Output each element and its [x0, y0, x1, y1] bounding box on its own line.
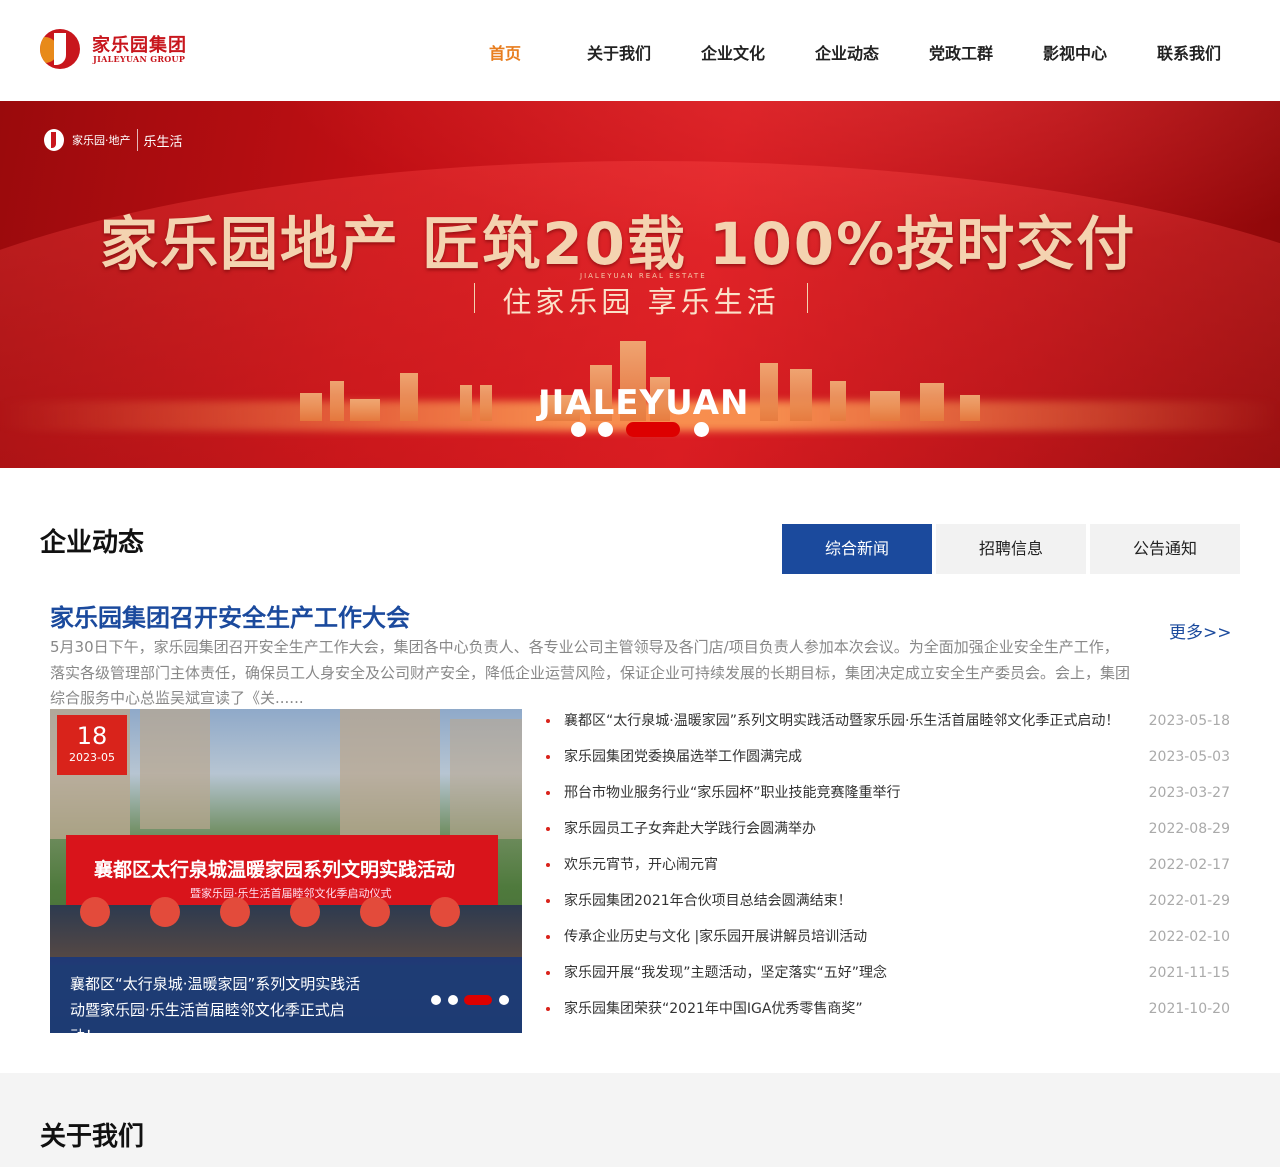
- banner-brand: JIALEYUAN: [538, 383, 750, 423]
- list-item[interactable]: 欢乐元宵节，开心闹元宵 2022-02-17: [546, 847, 1234, 883]
- photo-caption-text: 襄都区“太行泉城·温暖家园”系列文明实践活动暨家乐园·乐生活首届睦邻文化季正式启…: [70, 975, 361, 1033]
- banner-dot[interactable]: [571, 422, 586, 437]
- logo-icon: [40, 29, 80, 69]
- news-item-date: 2022-01-29: [1148, 893, 1230, 909]
- nav-home[interactable]: 首页: [450, 40, 560, 64]
- banner-dot[interactable]: [598, 422, 613, 437]
- banner-dot-active[interactable]: [626, 422, 680, 437]
- photo-building: [140, 709, 210, 829]
- date-day: 18: [76, 722, 108, 750]
- news-item-title: 家乐园集团2021年合伙项目总结会圆满结束！: [564, 893, 852, 909]
- list-item[interactable]: 邢台市物业服务行业“家乐园杯”职业技能竞赛隆重举行 2023-03-27: [546, 775, 1234, 811]
- news-item-date: 2022-02-10: [1148, 929, 1230, 945]
- photo-dot-active[interactable]: [464, 995, 492, 1005]
- news-item-title: 家乐园开展“我发现”主题活动，坚定落实“五好”理念: [564, 965, 888, 981]
- news-item-date: 2022-08-29: [1148, 821, 1230, 837]
- list-item[interactable]: 家乐园员工子女奔赴大学践行会圆满举办 2022-08-29: [546, 811, 1234, 847]
- list-item[interactable]: 襄都区“太行泉城·温暖家园”系列文明实践活动暨家乐园·乐生活首届睦邻文化季正式启…: [546, 703, 1234, 739]
- photo-flowers: [290, 897, 320, 927]
- logo-en-text: JIALEYUAN GROUP: [93, 54, 186, 64]
- news-item-title: 欢乐元宵节，开心闹元宵: [564, 857, 718, 873]
- nav-media[interactable]: 影视中心: [1020, 40, 1130, 64]
- nav-news[interactable]: 企业动态: [792, 40, 902, 64]
- photo-caption[interactable]: 襄都区“太行泉城·温暖家园”系列文明实践活动暨家乐园·乐生活首届睦邻文化季正式启…: [50, 957, 522, 1033]
- photo-flowers: [220, 897, 250, 927]
- date-month: 2023-05: [69, 751, 115, 764]
- tab-announcements[interactable]: 公告通知: [1090, 524, 1240, 574]
- news-item-title: 传承企业历史与文化 |家乐园开展讲解员培训活动: [564, 929, 868, 945]
- more-link[interactable]: 更多>>: [1169, 618, 1232, 643]
- banner-slogan: 住家乐园 享乐生活: [474, 279, 808, 319]
- tab-recruitment[interactable]: 招聘信息: [936, 524, 1086, 574]
- photo-flowers: [430, 897, 460, 927]
- list-item[interactable]: 家乐园集团党委换届选举工作圆满完成 2023-05-03: [546, 739, 1234, 775]
- photo-flowers: [360, 897, 390, 927]
- hero-banner[interactable]: 家乐园·地产 乐生活 家乐园地产 匠筑20载 100%按时交付 JIALEYUAN…: [0, 101, 1280, 468]
- list-item[interactable]: 家乐园开展“我发现”主题活动，坚定落实“五好”理念 2021-11-15: [546, 955, 1234, 991]
- nav-about[interactable]: 关于我们: [564, 40, 674, 64]
- news-item-date: 2021-10-20: [1148, 1001, 1230, 1017]
- banner-logo-icon: [44, 129, 64, 151]
- news-item-title: 家乐园集团党委换届选举工作圆满完成: [564, 749, 802, 765]
- news-list: 襄都区“太行泉城·温暖家园”系列文明实践活动暨家乐园·乐生活首届睦邻文化季正式启…: [546, 703, 1234, 1027]
- photo-building: [450, 719, 522, 839]
- photo-building: [340, 709, 440, 839]
- news-item-date: 2023-05-18: [1148, 713, 1230, 729]
- news-item-date: 2021-11-15: [1148, 965, 1230, 981]
- news-item-title: 邢台市物业服务行业“家乐园杯”职业技能竞赛隆重举行: [564, 785, 901, 801]
- news-item-title: 襄都区“太行泉城·温暖家园”系列文明实践活动暨家乐园·乐生活首届睦邻文化季正式启…: [564, 713, 1120, 729]
- photo-flowers: [150, 897, 180, 927]
- banner-headline: 家乐园地产 匠筑20载 100%按时交付: [100, 210, 1137, 278]
- banner-logo-divider: [136, 129, 138, 151]
- news-section-title: 企业动态: [40, 528, 145, 558]
- news-item-date: 2022-02-17: [1148, 857, 1230, 873]
- news-item-title: 家乐园集团荣获“2021年中国IGA优秀零售商奖”: [564, 1001, 863, 1017]
- news-item-date: 2023-05-03: [1148, 749, 1230, 765]
- news-item-date: 2023-03-27: [1148, 785, 1230, 801]
- banner-logo-text: 家乐园·地产: [72, 134, 131, 147]
- site-logo[interactable]: 家乐园集团 JIALEYUAN GROUP: [40, 29, 210, 69]
- nav-party[interactable]: 党政工群: [906, 40, 1016, 64]
- nav-contact[interactable]: 联系我们: [1134, 40, 1244, 64]
- nav-culture[interactable]: 企业文化: [678, 40, 788, 64]
- photo-dot[interactable]: [499, 995, 509, 1005]
- banner-logo: 家乐园·地产 乐生活: [44, 129, 183, 157]
- banner-logo-text2: 乐生活: [143, 134, 183, 150]
- site-header: 家乐园集团 JIALEYUAN GROUP 首页 关于我们 企业文化 企业动态 …: [0, 0, 1280, 101]
- featured-news-summary: 5月30日下午，家乐园集团召开安全生产工作大会，集团各中心负责人、各专业公司主管…: [50, 638, 1131, 707]
- news-item-title: 家乐园员工子女奔赴大学践行会圆满举办: [564, 821, 816, 837]
- featured-news-title[interactable]: 家乐园集团召开安全生产工作大会: [50, 598, 410, 633]
- tab-general-news[interactable]: 综合新闻: [782, 524, 932, 574]
- photo-banner-text: 襄都区太行泉城温暖家园系列文明实践活动: [94, 859, 456, 881]
- photo-flowers: [80, 897, 110, 927]
- list-item[interactable]: 家乐园集团荣获“2021年中国IGA优秀零售商奖” 2021-10-20: [546, 991, 1234, 1027]
- about-section: [0, 1073, 1280, 1167]
- list-item[interactable]: 家乐园集团2021年合伙项目总结会圆满结束！ 2022-01-29: [546, 883, 1234, 919]
- list-item[interactable]: 传承企业历史与文化 |家乐园开展讲解员培训活动 2022-02-10: [546, 919, 1234, 955]
- banner-dot[interactable]: [694, 422, 709, 437]
- photo-banner-subtext: 暨家乐园·乐生活首届睦邻文化季启动仪式: [190, 887, 392, 900]
- photo-dot[interactable]: [448, 995, 458, 1005]
- date-badge: 18 2023-05: [57, 715, 127, 775]
- photo-dot[interactable]: [431, 995, 441, 1005]
- about-section-title: 关于我们: [40, 1122, 145, 1152]
